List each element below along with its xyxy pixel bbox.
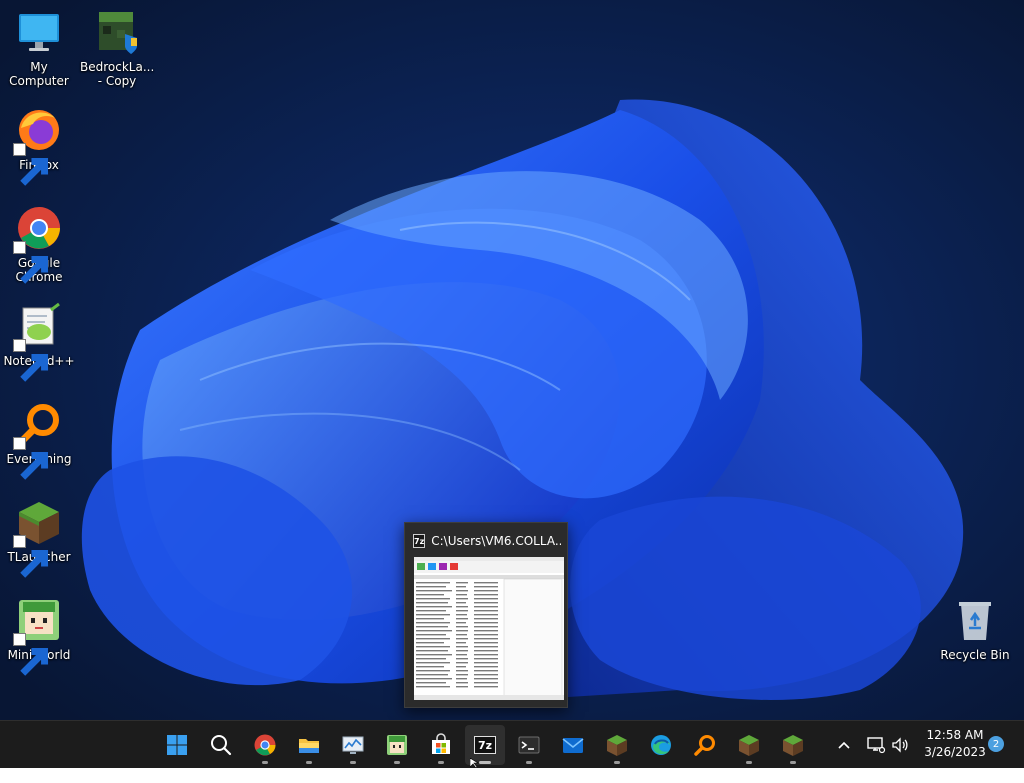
running-indicator xyxy=(526,761,532,764)
monitor-chart-icon xyxy=(342,736,364,754)
desktop-icon-bedrock-launcher[interactable]: BedrockLa... - Copy xyxy=(80,8,154,88)
bedrock-launcher-icon xyxy=(93,8,141,56)
desktop-icon-recycle-bin[interactable]: Recycle Bin xyxy=(938,596,1012,662)
mail-icon xyxy=(562,738,584,753)
running-indicator xyxy=(438,761,444,764)
network-status[interactable] xyxy=(866,735,886,783)
taskbar-terminal[interactable] xyxy=(509,725,549,765)
mouse-cursor-icon xyxy=(470,758,480,768)
start-button[interactable] xyxy=(157,725,197,765)
preview-title: C:\Users\VM6.COLLA... xyxy=(431,534,561,548)
running-indicator xyxy=(790,761,796,764)
grass-block-icon xyxy=(739,735,759,756)
shortcut-arrow-icon xyxy=(13,143,49,186)
edge-icon xyxy=(651,735,671,755)
running-indicator xyxy=(479,761,491,764)
shortcut-arrow-icon xyxy=(13,339,49,382)
taskbar-everything[interactable] xyxy=(685,725,725,765)
7zip-icon: 7z xyxy=(413,534,426,548)
running-indicator xyxy=(394,761,400,764)
running-indicator xyxy=(746,761,752,764)
volume-control[interactable] xyxy=(890,735,910,783)
taskbar-file-explorer[interactable] xyxy=(289,725,329,765)
file-manager-thumbnail-graphic xyxy=(414,557,564,700)
monitor-icon xyxy=(15,8,63,56)
shortcut-arrow-icon xyxy=(13,241,49,284)
notification-badge[interactable]: 2 xyxy=(988,736,1004,752)
desktop-icon-label: BedrockLa... - Copy xyxy=(80,60,155,88)
mini-world-icon xyxy=(387,735,407,755)
network-icon xyxy=(867,737,886,754)
notepad-plus-plus-icon xyxy=(13,302,63,382)
shortcut-arrow-icon xyxy=(13,535,49,578)
taskbar-microsoft-store[interactable] xyxy=(421,725,461,765)
taskbar-thumbnail-preview[interactable]: 7z C:\Users\VM6.COLLA... xyxy=(404,522,568,708)
desktop-icon-everything[interactable]: Everything xyxy=(2,400,76,480)
clock-time: 12:58 AM xyxy=(926,728,984,742)
taskbar-minecraft-3[interactable] xyxy=(773,725,813,765)
preview-title-bar: 7z C:\Users\VM6.COLLA... xyxy=(413,532,561,550)
running-indicator xyxy=(306,761,312,764)
taskbar: 7z 12:58 AM 3/26/2023 xyxy=(0,720,1024,768)
mini-world-icon xyxy=(13,596,63,676)
desktop-icon-google-chrome[interactable]: Google Chrome xyxy=(2,204,76,284)
taskbar-minecraft[interactable] xyxy=(597,725,637,765)
shortcut-arrow-icon xyxy=(13,437,49,480)
recycle-bin-icon xyxy=(951,596,999,644)
desktop-icon-tlauncher[interactable]: TLauncher xyxy=(2,498,76,578)
chrome-icon xyxy=(254,734,276,756)
desktop-icon-mini-world[interactable]: Mini World xyxy=(2,596,76,676)
speaker-icon xyxy=(892,737,908,753)
taskbar-search-button[interactable] xyxy=(201,725,241,765)
clock[interactable]: 12:58 AM 3/26/2023 xyxy=(916,727,994,763)
running-indicator xyxy=(262,761,268,764)
chevron-up-icon xyxy=(838,741,850,749)
taskbar-resource-monitor[interactable] xyxy=(333,725,373,765)
preview-window-thumbnail[interactable] xyxy=(414,557,564,700)
taskbar-edge[interactable] xyxy=(641,725,681,765)
taskbar-mail[interactable] xyxy=(553,725,593,765)
taskbar-chrome[interactable] xyxy=(245,725,285,765)
firefox-icon xyxy=(13,106,63,186)
chrome-icon xyxy=(13,204,63,284)
desktop-icon-firefox[interactable]: Firefox xyxy=(2,106,76,186)
taskbar-mini-world[interactable] xyxy=(377,725,417,765)
show-hidden-icons-button[interactable] xyxy=(834,735,854,783)
magnifier-icon xyxy=(694,735,715,756)
running-indicator xyxy=(350,761,356,764)
desktop[interactable]: My Computer BedrockLa... - Copy Firefox … xyxy=(0,0,1024,720)
desktop-icon-notepad-plus-plus[interactable]: Notepad++ xyxy=(2,302,76,382)
7zip-icon: 7z xyxy=(474,736,496,754)
desktop-icon-label: Recycle Bin xyxy=(940,648,1010,662)
terminal-icon xyxy=(518,736,540,754)
desktop-icon-label: My Computer xyxy=(9,60,69,88)
folder-icon xyxy=(299,739,319,753)
magnifier-icon xyxy=(13,400,63,480)
search-icon xyxy=(211,735,232,756)
clock-date: 3/26/2023 xyxy=(924,745,986,759)
desktop-icon-my-computer[interactable]: My Computer xyxy=(2,8,76,88)
running-indicator xyxy=(614,761,620,764)
taskbar-minecraft-2[interactable] xyxy=(729,725,769,765)
grass-block-icon xyxy=(13,498,63,578)
windows-start-icon xyxy=(167,735,187,755)
grass-block-icon xyxy=(783,735,803,756)
grass-block-icon xyxy=(607,735,627,756)
store-icon xyxy=(432,733,450,754)
shortcut-arrow-icon xyxy=(13,633,49,676)
